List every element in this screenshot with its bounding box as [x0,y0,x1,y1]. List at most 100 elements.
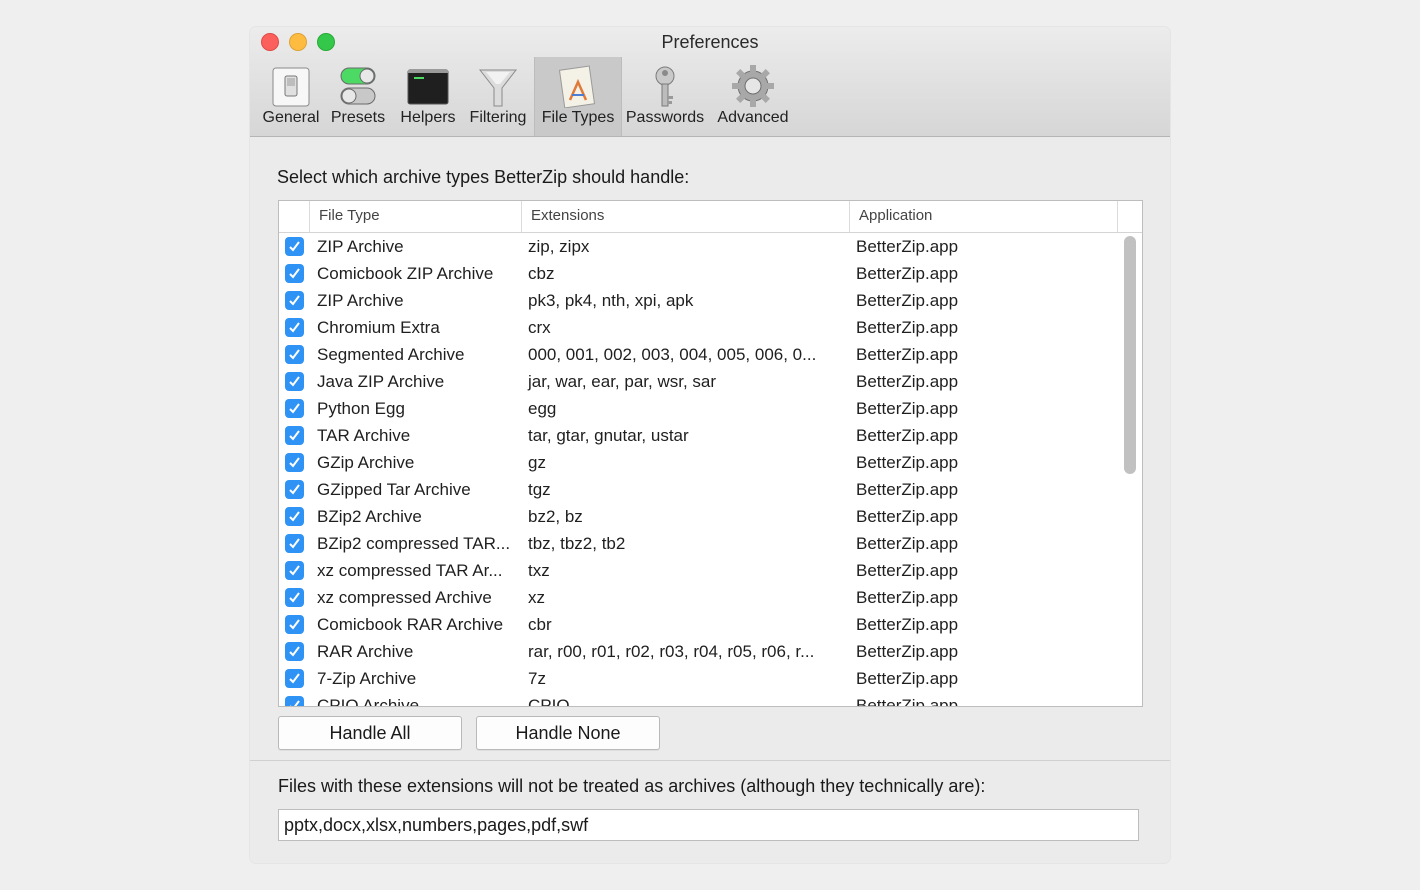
handle-checkbox[interactable] [285,696,304,706]
cell-extensions: txz [528,561,550,580]
handle-checkbox[interactable] [285,642,304,661]
cell-application: BetterZip.app [856,345,959,364]
cell-extensions: cbz [528,264,555,283]
excluded-extensions-field[interactable] [278,809,1139,841]
cell-application: BetterZip.app [856,399,959,418]
checkmark-icon [289,511,300,522]
handle-checkbox[interactable] [285,318,304,337]
table-row[interactable]: RAR Archive rar, r00, r01, r02, r03, r04,… [279,638,1122,665]
handle-checkbox[interactable] [285,561,304,580]
handle-checkbox[interactable] [285,480,304,499]
tab-filtering[interactable]: Filtering [464,57,532,136]
table-row[interactable]: 7-Zip Archive 7z BetterZip.app [279,665,1122,692]
tab-passwords[interactable]: Passwords [622,57,708,136]
table-row[interactable]: GZipped Tar Archive tgz BetterZip.app [279,476,1122,503]
cell-extensions: cbr [528,615,552,634]
table-row[interactable]: xz compressed Archive xz BetterZip.app [279,584,1122,611]
table-row[interactable]: Chromium Extra crx BetterZip.app [279,314,1122,341]
handle-checkbox[interactable] [285,372,304,391]
checkmark-icon [289,673,300,684]
handle-checkbox[interactable] [285,615,304,634]
cell-extensions: tgz [528,480,551,499]
table-row[interactable]: ZIP Archive pk3, pk4, nth, xpi, apk Better… [279,287,1122,314]
cell-application: BetterZip.app [856,480,959,499]
handle-checkbox[interactable] [285,237,304,256]
handle-none-button[interactable]: Handle None [476,716,660,750]
column-header-file-type[interactable]: File Type [309,201,521,232]
handle-checkbox[interactable] [285,264,304,283]
cell-application: BetterZip.app [856,561,959,580]
tab-label: General [262,109,320,126]
cell-file-type: BZip2 compressed TAR... [317,534,511,553]
table-row[interactable]: BZip2 Archive bz2, bz BetterZip.app [279,503,1122,530]
table-row[interactable]: GZip Archive gz BetterZip.app [279,449,1122,476]
checkmark-icon [289,403,300,414]
tab-file-types[interactable]: File Types [534,57,622,136]
tab-general[interactable]: General [256,57,326,136]
checkmark-icon [289,619,300,630]
cell-extensions: zip, zipx [528,237,590,256]
checkmark-icon [289,349,300,360]
table-row[interactable]: Java ZIP Archive jar, war, ear, par, wsr,… [279,368,1122,395]
tab-helpers[interactable]: Helpers [393,57,463,136]
checkmark-icon [290,700,300,706]
table-row[interactable]: TAR Archive tar, gtar, gnutar, ustar Bette… [279,422,1122,449]
cell-extensions: xz [528,588,545,607]
cell-file-type: Comicbook ZIP Archive [317,264,494,283]
handle-checkbox[interactable] [285,669,304,688]
checkmark-icon [289,592,300,603]
checkmark-icon [289,322,300,333]
handle-all-button[interactable]: Handle All [278,716,462,750]
cell-application: BetterZip.app [856,318,959,337]
handle-checkbox[interactable] [285,534,304,553]
column-header-application[interactable]: Application [849,201,1117,232]
cell-application: BetterZip.app [856,642,959,661]
checkmark-icon [289,457,300,468]
cell-extensions: 000, 001, 002, 003, 004, 005, 006, 0... [528,345,817,364]
table-row[interactable]: ZIP Archive zip, zipx BetterZip.app [279,233,1122,260]
handle-checkbox[interactable] [285,588,304,607]
table-row[interactable]: xz compressed TAR Ar... txz BetterZip.app [279,557,1122,584]
cell-application: BetterZip.app [856,264,959,283]
handle-checkbox[interactable] [285,426,304,445]
handle-checkbox[interactable] [285,345,304,364]
toggles-icon [336,64,380,108]
checkmark-icon [289,646,300,657]
cell-extensions: CPIO [528,696,570,706]
table-row[interactable]: Comicbook RAR Archive cbr BetterZip.app [279,611,1122,638]
cell-file-type: Python Egg [317,399,405,418]
handle-checkbox[interactable] [285,507,304,526]
handle-checkbox[interactable] [285,291,304,310]
checkmark-icon [289,268,300,279]
cell-file-type: CPIO Archive [317,696,420,706]
table-row[interactable]: Comicbook ZIP Archive cbz BetterZip.app [279,260,1122,287]
tab-advanced[interactable]: Advanced [712,57,794,136]
cell-application: BetterZip.app [856,291,959,310]
handle-checkbox[interactable] [285,453,304,472]
cell-extensions: crx [528,318,551,337]
cell-file-type: GZip Archive [317,453,415,472]
table-row[interactable]: BZip2 compressed TAR... tbz, tbz2, tb2 Bet… [279,530,1122,557]
scrollbar-thumb[interactable] [1124,236,1136,474]
section-heading: Select which archive types BetterZip sho… [277,167,690,187]
tab-presets[interactable]: Presets [326,57,390,136]
cell-file-type: Chromium Extra [317,318,440,337]
tab-label: File Types [541,109,615,126]
funnel-icon [476,64,520,108]
checkmark-icon [289,295,300,306]
handle-checkbox[interactable] [285,399,304,418]
vertical-scrollbar[interactable] [1124,236,1136,702]
tab-label: Helpers [400,109,456,126]
checkmark-icon [289,430,300,441]
cell-file-type: Segmented Archive [317,345,465,364]
cell-file-type: xz compressed Archive [317,588,492,607]
column-header-extensions[interactable]: Extensions [521,201,849,232]
document-app-icon [556,64,600,109]
table-row[interactable]: Segmented Archive 000, 001, 002, 003, 004… [279,341,1122,368]
cell-application: BetterZip.app [856,534,959,553]
checkmark-icon [289,565,300,576]
table-row[interactable]: CPIO Archive CPIO BetterZip.app [279,692,1122,706]
cell-extensions: 7z [528,669,546,688]
cell-application: BetterZip.app [856,588,959,607]
table-row[interactable]: Python Egg egg BetterZip.app [279,395,1122,422]
